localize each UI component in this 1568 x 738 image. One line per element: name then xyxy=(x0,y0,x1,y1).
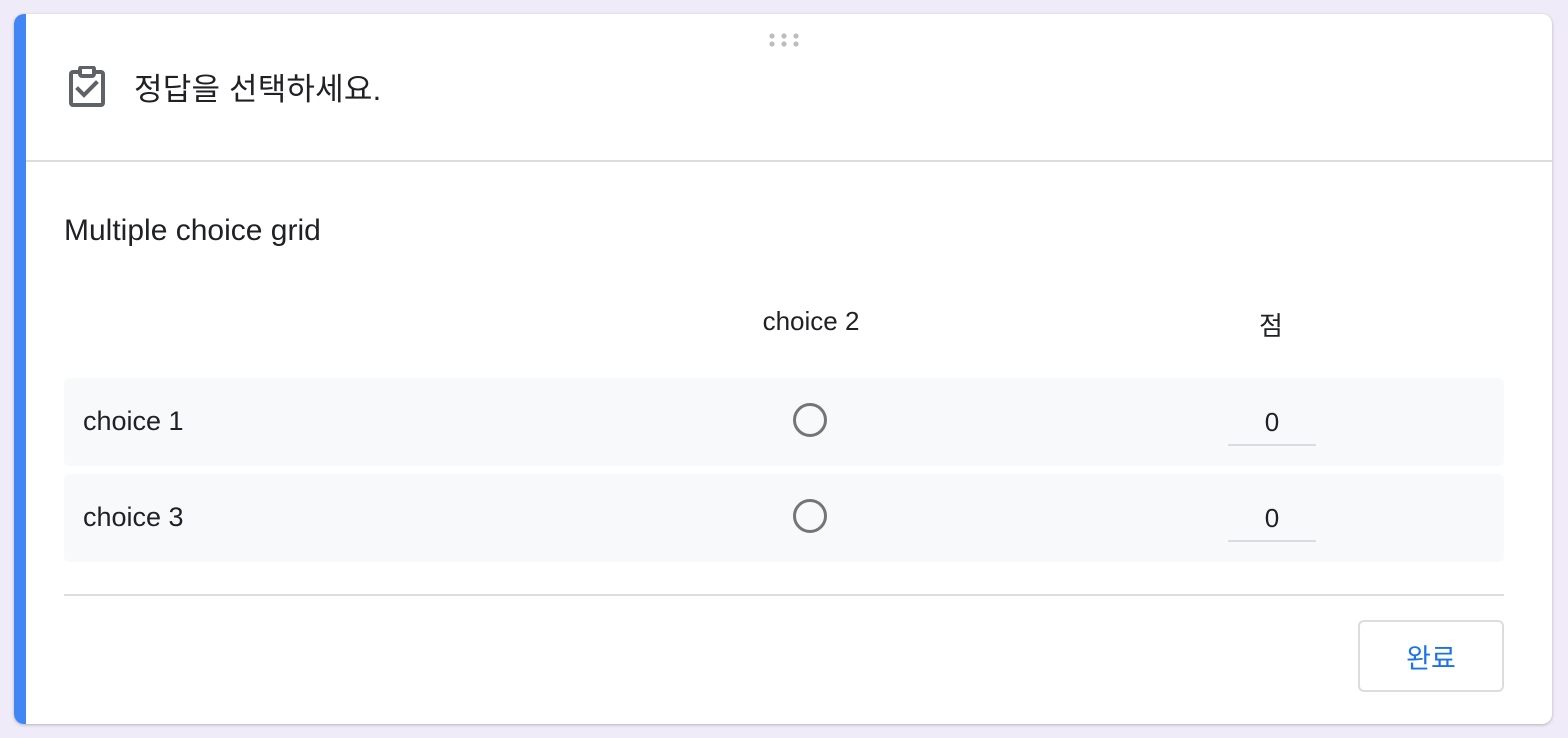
row-label: choice 3 xyxy=(83,502,184,532)
column-header-points: 점 xyxy=(1259,311,1283,341)
footer-divider xyxy=(64,594,1504,596)
points-input[interactable] xyxy=(1228,496,1316,542)
answer-key-title: 정답을 선택하세요. xyxy=(134,72,382,107)
assignment-check-icon xyxy=(69,66,105,107)
done-button[interactable]: 완료 xyxy=(1358,620,1504,692)
column-header-choice: choice 2 xyxy=(762,306,860,336)
active-accent-bar xyxy=(14,14,26,724)
question-title: Multiple choice grid xyxy=(64,214,321,247)
grid-row: choice 1 xyxy=(64,378,1504,466)
points-input[interactable] xyxy=(1228,400,1316,446)
row-label: choice 1 xyxy=(83,406,184,436)
answer-key-header: 정답을 선택하세요. xyxy=(26,14,1552,162)
answer-radio[interactable] xyxy=(793,403,827,437)
question-card: 정답을 선택하세요. Multiple choice grid choice 2… xyxy=(14,14,1552,724)
answer-radio[interactable] xyxy=(793,499,827,533)
grid-row: choice 3 xyxy=(64,474,1504,562)
